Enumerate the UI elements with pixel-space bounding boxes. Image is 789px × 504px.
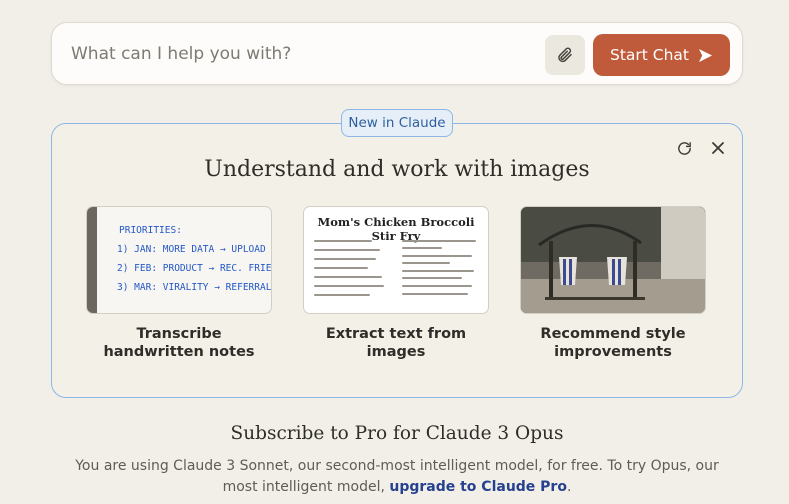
refresh-button[interactable] [673, 137, 695, 159]
subscribe-title: Subscribe to Pro for Claude 3 Opus [230, 423, 564, 444]
recommend-caption: Recommend style improvements [540, 326, 686, 360]
subscribe-description: You are using Claude 3 Sonnet, our secon… [60, 456, 734, 498]
chat-bar: Start Chat [51, 22, 743, 85]
handwritten-notes-image: PRIORITIES: 1) JAN: MORE DATA → UPLOAD S… [87, 207, 271, 313]
garden-chairs-photo [521, 207, 705, 313]
chat-input[interactable] [71, 37, 531, 71]
recipe-title: Mom's Chicken Broccoli Stir Fry [317, 215, 475, 243]
recipe-image: Mom's Chicken Broccoli Stir Fry [304, 207, 488, 313]
transcribe-caption: Transcribe handwritten notes [103, 326, 255, 360]
handwriting-line: 2) FEB: PRODUCT → REC. FRIENDS [117, 263, 271, 274]
upgrade-link[interactable]: upgrade to Claude Pro [389, 479, 567, 495]
handwriting-line: 1) JAN: MORE DATA → UPLOAD SYNC [117, 244, 271, 255]
handwriting-line: 3) MAR: VIRALITY → REFERRALS! [117, 282, 271, 293]
new-in-claude-badge: New in Claude [341, 109, 453, 137]
close-button[interactable] [707, 137, 729, 159]
attach-button[interactable] [545, 35, 585, 75]
feature-title: Understand and work with images [204, 157, 590, 182]
paperclip-icon [558, 47, 572, 63]
send-arrow-icon [698, 48, 713, 62]
start-chat-label: Start Chat [609, 46, 689, 64]
close-icon [712, 142, 724, 154]
subscribe-end: . [566, 479, 572, 495]
extract-caption: Extract text from images [325, 326, 467, 360]
refresh-icon [677, 141, 691, 155]
start-chat-button[interactable]: Start Chat [593, 34, 730, 76]
handwriting-line: PRIORITIES: [119, 225, 182, 236]
